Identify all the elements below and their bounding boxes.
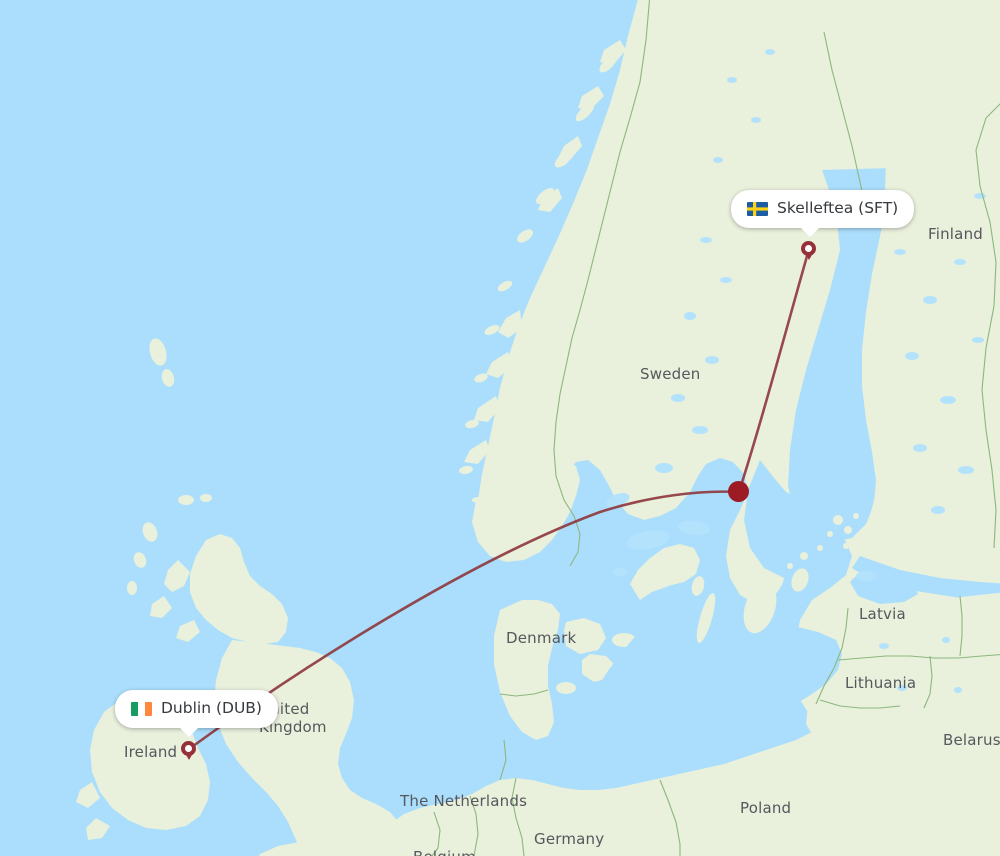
- callout-tail-sft: [799, 226, 821, 237]
- callout-tail-dub: [178, 726, 200, 737]
- airport-marker-sft[interactable]: [801, 241, 816, 256]
- callout-dublin[interactable]: Dublin (DUB): [115, 690, 278, 737]
- callout-label-dub: Dublin (DUB): [161, 699, 262, 718]
- callout-label-sft: Skelleftea (SFT): [777, 199, 899, 218]
- callout-skelleftea[interactable]: Skelleftea (SFT): [731, 190, 915, 237]
- airport-marker-dub[interactable]: [181, 741, 196, 756]
- flight-route-map[interactable]: .land { fill:#e9f0dc; } .land2 { fill:#e…: [0, 0, 1000, 856]
- sweden-flag: [747, 202, 768, 216]
- waypoint-marker-stockholm[interactable]: [728, 481, 749, 502]
- ireland-flag: [131, 702, 152, 716]
